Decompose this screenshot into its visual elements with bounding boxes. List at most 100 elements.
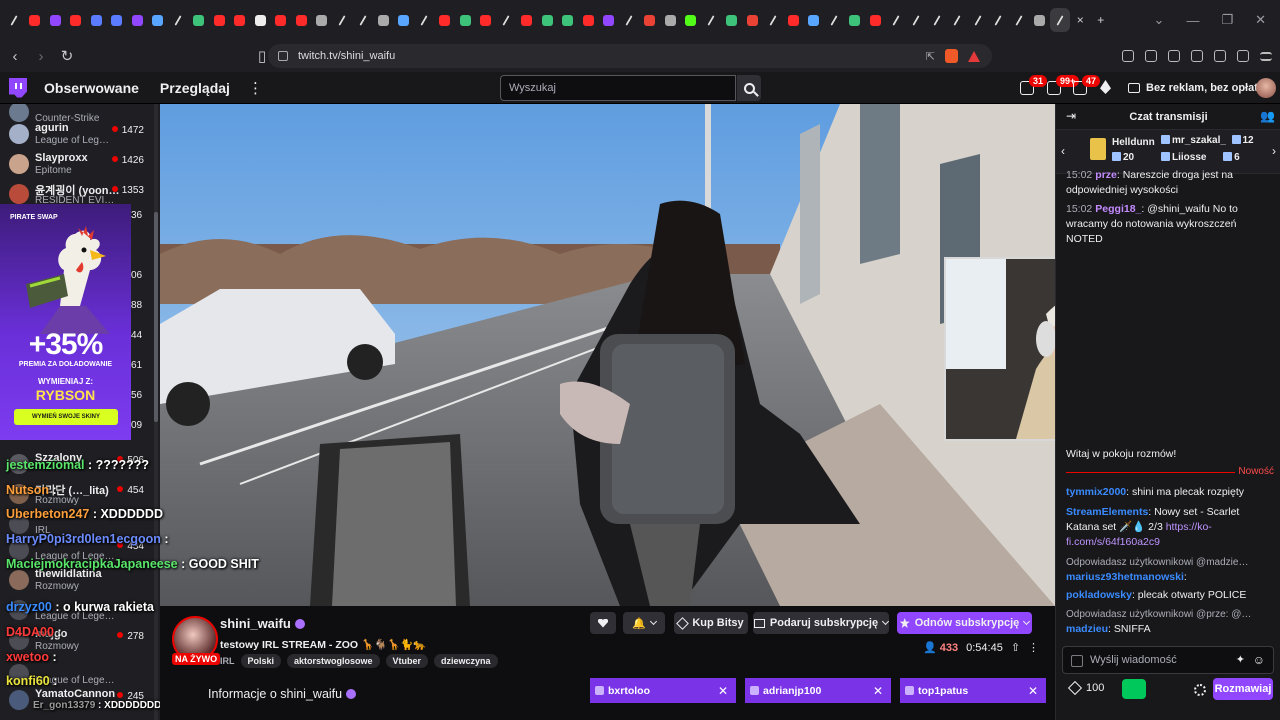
site-info-icon[interactable] [278,51,288,61]
stream-tab[interactable]: adrianjp100 ✕ [745,678,891,703]
browser-tab[interactable] [988,8,1009,32]
browser-tab[interactable] [722,8,743,32]
sidebar-scroll-thumb[interactable] [154,212,158,422]
activity-icon[interactable]: 47 [1073,75,1101,95]
browser-tab[interactable] [783,8,804,32]
browser-tab[interactable] [496,8,517,32]
browser-tab[interactable] [640,8,661,32]
stream-tag[interactable]: IRL [220,656,235,666]
browser-tab[interactable] [599,8,620,32]
sidebar-channel[interactable]: agurin League of Leg… 1472 [0,118,152,152]
browser-tab[interactable] [537,8,558,32]
browser-tab[interactable] [168,8,189,32]
no-ads-button[interactable]: Bez reklam, bez opłat [1128,72,1258,104]
browser-tab[interactable] [968,8,989,32]
sidebar-channel[interactable]: Slayproxx Epitome 1426 [0,148,152,182]
notifications-toggle[interactable]: 🔔 [623,612,665,634]
search-input[interactable]: Wyszukaj [500,75,736,101]
browser-tab[interactable] [455,8,476,32]
leo-icon[interactable] [1191,50,1203,62]
stream-tag[interactable]: dziewczyna [434,654,498,668]
maximize-icon[interactable]: ❐ [1221,12,1233,28]
chevron-down-icon[interactable]: ⌄ [1154,12,1165,28]
url-bar[interactable]: twitch.tv/shini_waifu ⇱ [268,44,992,68]
vpn-icon[interactable] [1237,50,1249,62]
promo-cta-button[interactable]: WYMIEŃ SWOJE SKINY [14,409,118,425]
share-icon[interactable]: ⇧ [1011,641,1020,654]
browser-tab[interactable] [332,8,353,32]
browser-tab[interactable] [435,8,456,32]
browser-tab[interactable] [619,8,640,32]
minimize-icon[interactable]: — [1186,13,1199,28]
whispers-icon[interactable]: 99+ [1047,75,1080,95]
browser-tab[interactable] [209,8,230,32]
browser-tab[interactable] [230,8,251,32]
back-icon[interactable]: ‹ [4,45,26,67]
about-streamer[interactable]: Informacje o shini_waifu [208,687,357,701]
gift-sub-button[interactable]: Podaruj subskrypcję [753,612,890,634]
promo-banner[interactable]: PIRATE SWAP +35% PREMIA ZA DOŁADOWANIE W… [0,204,131,440]
download-icon[interactable] [1214,50,1226,62]
browser-tab[interactable] [107,8,128,32]
browser-tab[interactable] [865,8,886,32]
extension-icon[interactable] [1122,50,1134,62]
stream-tag[interactable]: Vtuber [385,654,429,668]
menu-icon[interactable] [1260,51,1272,61]
close-icon[interactable]: ✕ [718,684,728,698]
chat-send-button[interactable]: Rozmawiaj [1213,678,1273,700]
browser-tab[interactable] [1049,8,1070,32]
new-tab-button[interactable]: + [1091,8,1112,32]
browser-tab[interactable] [86,8,107,32]
browser-tab[interactable] [476,8,497,32]
browser-tab[interactable] [25,8,46,32]
browser-tab[interactable] [660,8,681,32]
chat-users-icon[interactable]: 👥 [1260,109,1275,123]
browser-tab[interactable] [1029,8,1050,32]
crown-icon[interactable] [1100,80,1111,94]
close-icon[interactable]: ✕ [1028,684,1038,698]
browser-tab[interactable] [353,8,374,32]
forward-icon[interactable]: › [30,45,52,67]
browser-tab[interactable] [701,8,722,32]
notifications-icon[interactable]: 31 [1020,75,1048,95]
twitch-logo-icon[interactable] [9,77,27,98]
browser-tab[interactable] [45,8,66,32]
browser-tab[interactable] [414,8,435,32]
browser-tab[interactable] [1009,8,1030,32]
browser-tab[interactable] [189,8,210,32]
streamer-name[interactable]: shini_waifu [220,616,305,631]
browser-tab[interactable] [578,8,599,32]
browser-tab[interactable] [291,8,312,32]
buy-bits-button[interactable]: Kup Bitsy [674,612,748,634]
browser-tab[interactable] [804,8,825,32]
browser-tab[interactable] [271,8,292,32]
wallet-icon[interactable] [1168,50,1180,62]
browser-tab[interactable] [681,8,702,32]
browser-tab[interactable] [148,8,169,32]
prev-icon[interactable]: ‹ [1061,144,1065,158]
video-player[interactable] [160,104,1055,606]
user-avatar[interactable] [1256,78,1276,98]
search-button[interactable] [737,75,761,101]
claim-bonus-button[interactable] [1122,679,1146,699]
browser-tab[interactable] [763,8,784,32]
share-icon[interactable]: ⇱ [926,50,935,63]
emote-picker-icon[interactable]: ☺ [1253,653,1265,667]
next-icon[interactable]: › [1272,144,1276,158]
more-icon[interactable]: ⋮ [248,79,263,97]
chat-input[interactable]: Wyślij wiadomość ☺ ✦ [1062,646,1274,674]
close-icon[interactable]: ✕ [873,684,883,698]
browser-tab[interactable] [4,8,25,32]
nav-browse[interactable]: Przeglądaj [160,80,230,96]
bits-cheer-icon[interactable]: ✦ [1236,653,1245,666]
renew-sub-button[interactable]: Odnów subskrypcję [897,612,1032,634]
close-tab-icon[interactable]: × [1070,8,1091,32]
brave-rewards-icon[interactable] [968,50,980,62]
stream-tab[interactable]: bxrtoloo ✕ [590,678,736,703]
browser-tab[interactable] [742,8,763,32]
follow-button[interactable] [590,612,616,634]
browser-tab[interactable] [517,8,538,32]
browser-tab[interactable] [127,8,148,32]
browser-tab[interactable] [886,8,907,32]
browser-tab[interactable] [312,8,333,32]
